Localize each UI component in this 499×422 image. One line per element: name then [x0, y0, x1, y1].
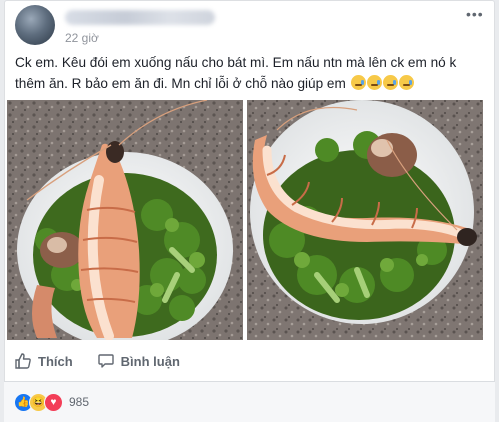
- sad-tear-emoji: [350, 75, 366, 90]
- post-caption: Ck em. Kêu đói em xuống nấu cho bát mì. …: [15, 52, 485, 94]
- post-photo-1[interactable]: [7, 100, 243, 340]
- author-name-blurred[interactable]: [65, 10, 215, 25]
- sad-tear-emoji: [398, 75, 414, 90]
- post-timestamp[interactable]: 22 giờ: [65, 31, 99, 45]
- avatar[interactable]: [15, 5, 55, 45]
- sad-tear-emoji: [382, 75, 398, 90]
- post-photo-2[interactable]: [247, 100, 483, 340]
- sad-tear-emoji: [366, 75, 382, 90]
- more-options-icon[interactable]: •••: [466, 7, 484, 21]
- post-header: 22 giờ •••: [15, 5, 484, 49]
